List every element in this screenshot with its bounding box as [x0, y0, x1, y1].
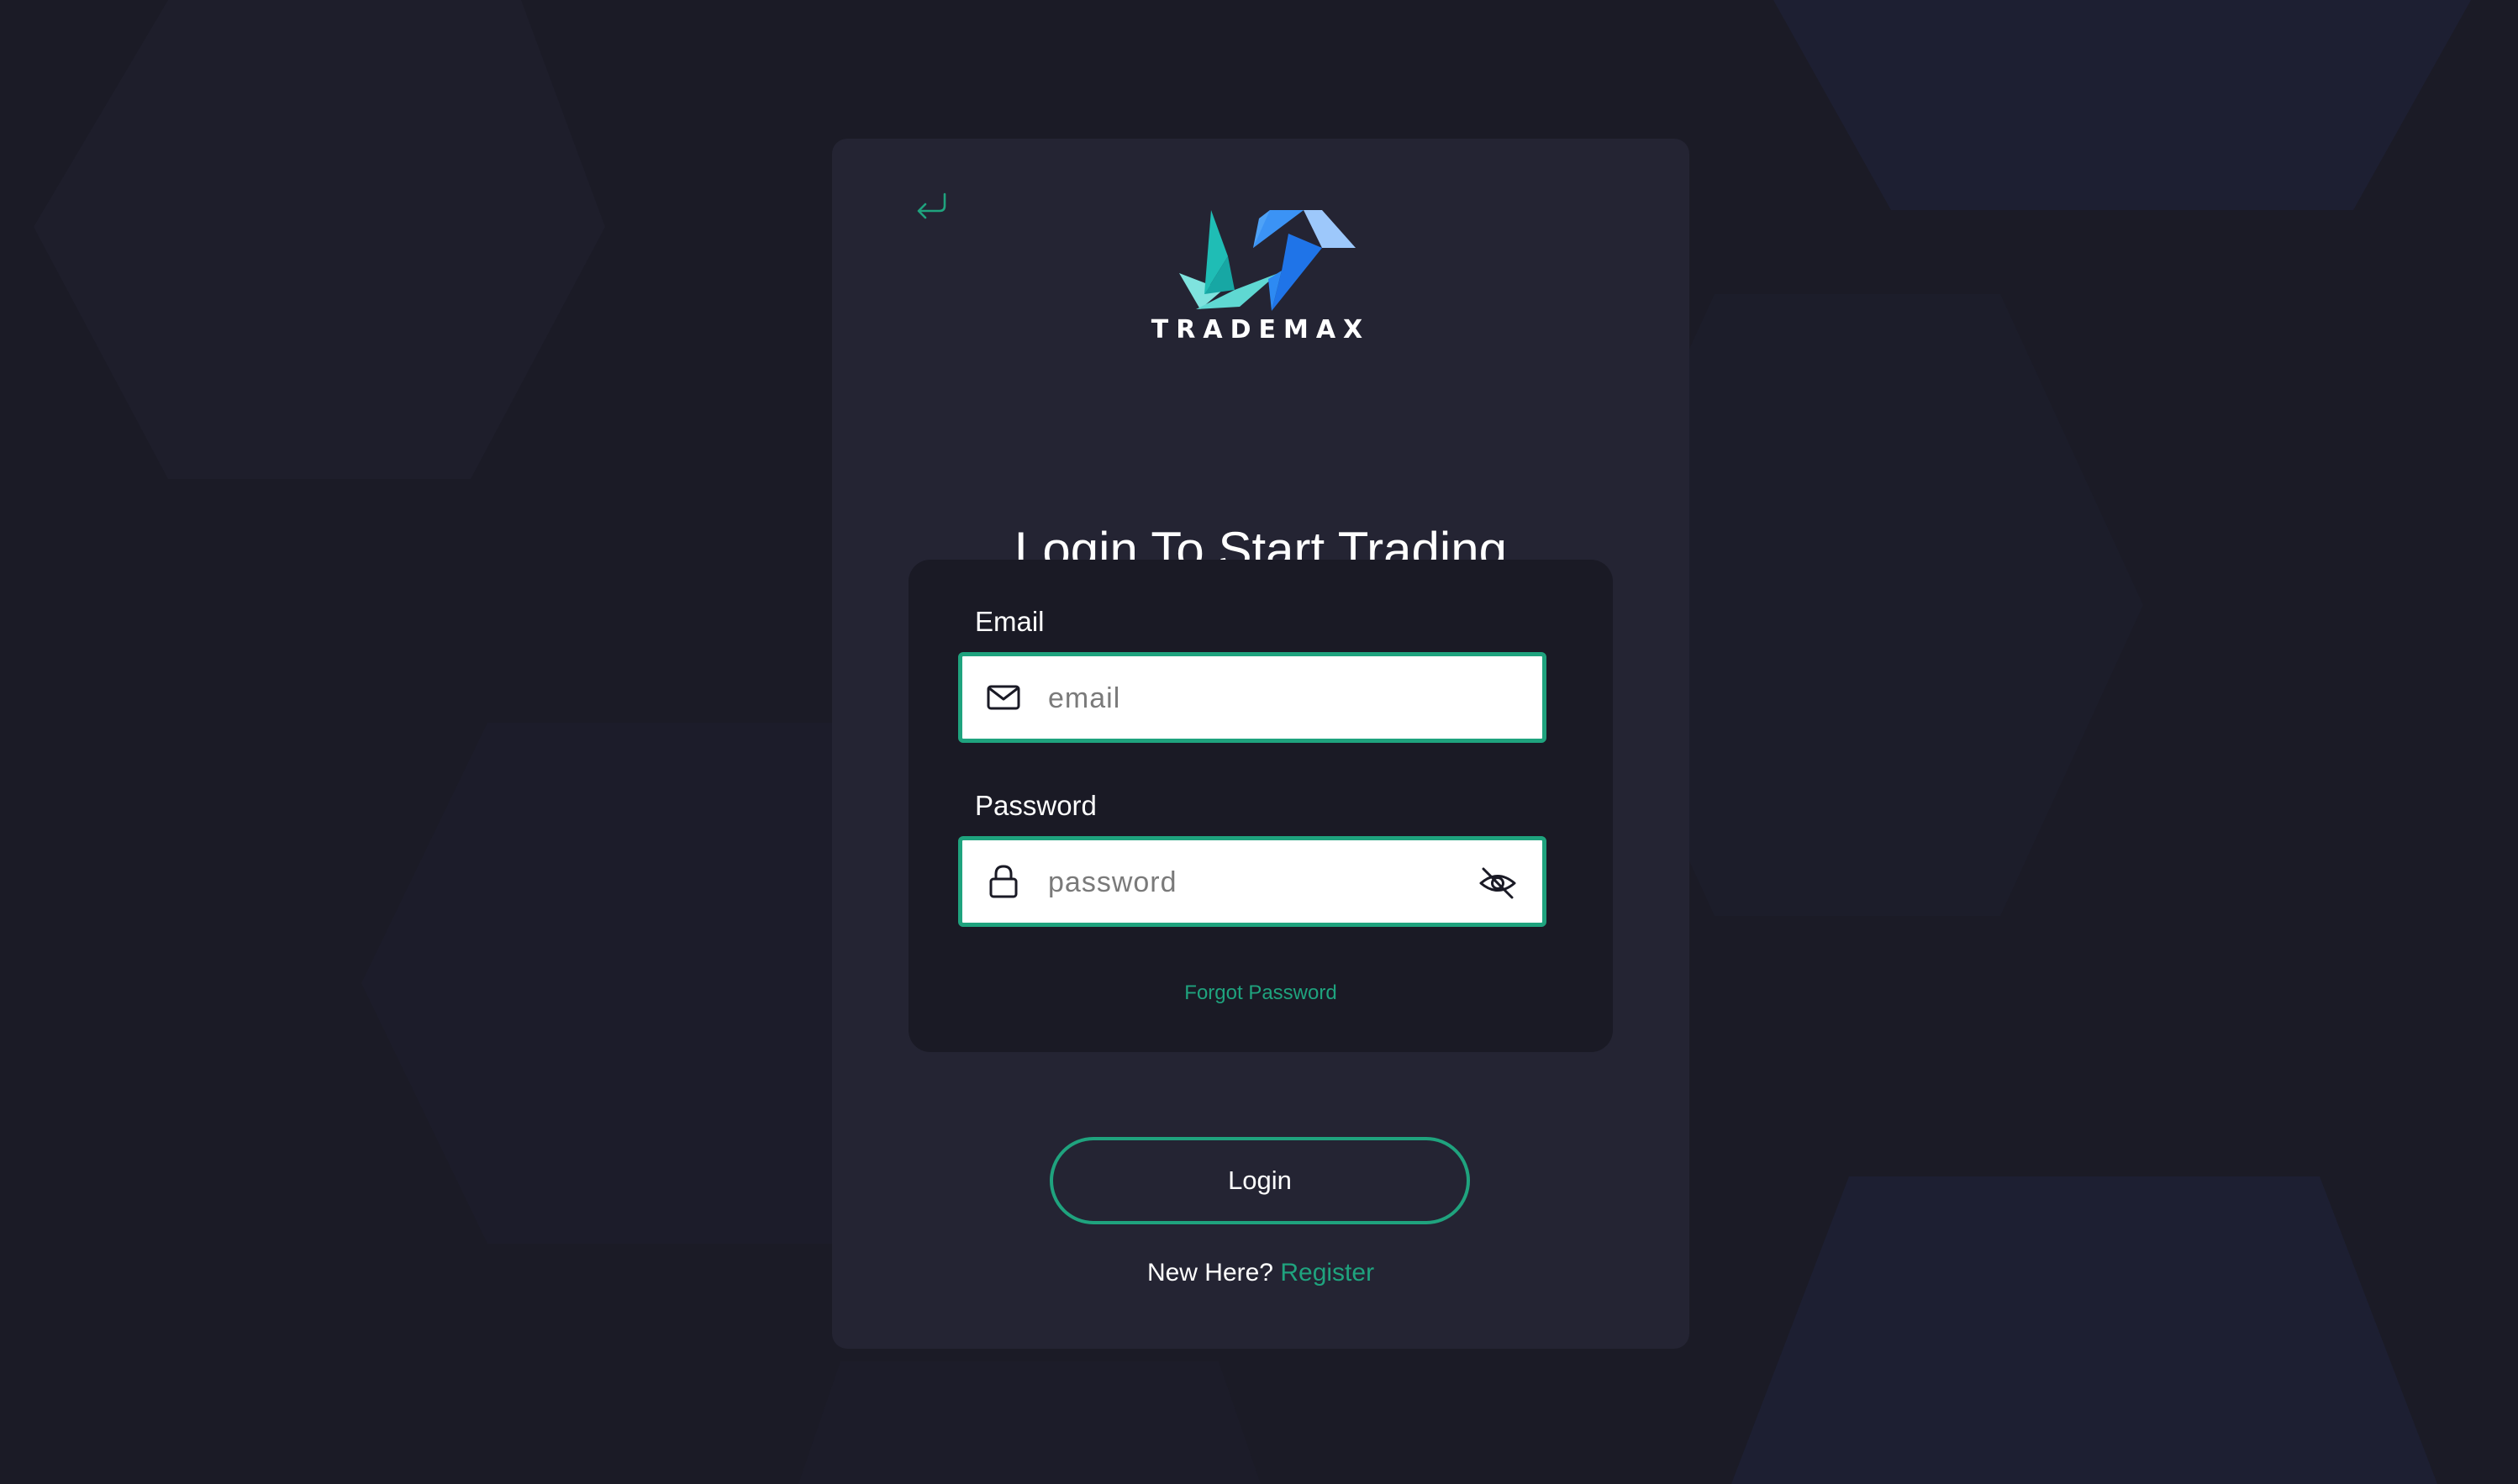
- brand-name: TRADEMAX: [1151, 315, 1371, 345]
- forgot-password-link[interactable]: Forgot Password: [909, 981, 1613, 1005]
- return-arrow-icon: [917, 192, 946, 219]
- password-label: Password: [975, 790, 1097, 821]
- lock-icon: [984, 862, 1023, 901]
- eye-off-icon: [1479, 867, 1516, 899]
- register-prompt: New Here? Register: [832, 1259, 1689, 1287]
- trademax-logo-mark: [1179, 210, 1356, 311]
- login-button[interactable]: Login: [1050, 1137, 1470, 1224]
- register-link[interactable]: Register: [1280, 1259, 1374, 1287]
- login-card: TRADEMAX Login To Start Trading Email Pa…: [832, 139, 1689, 1349]
- login-form: Email Password: [909, 560, 1613, 1052]
- toggle-password-visibility-button[interactable]: [1477, 862, 1519, 904]
- email-input[interactable]: [1046, 656, 1445, 740]
- envelope-icon: [984, 678, 1023, 717]
- register-prompt-text: New Here?: [1146, 1259, 1273, 1287]
- email-field-container[interactable]: [958, 652, 1546, 743]
- password-input[interactable]: [1046, 840, 1445, 924]
- brand-logo: TRADEMAX: [1147, 210, 1374, 353]
- back-button[interactable]: [906, 181, 956, 231]
- email-label: Email: [975, 606, 1045, 637]
- password-field-container[interactable]: [958, 836, 1546, 927]
